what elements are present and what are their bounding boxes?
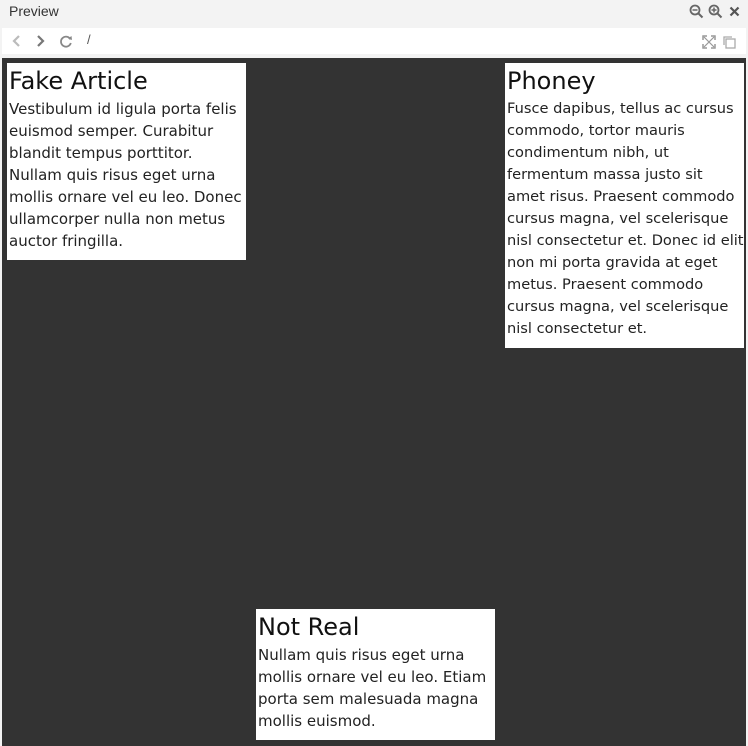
zoom-in-icon[interactable]: [708, 4, 723, 19]
back-arrow-icon[interactable]: [9, 33, 25, 49]
preview-toolbar: /: [2, 28, 746, 54]
url-path[interactable]: /: [87, 32, 91, 47]
article-card: Phoney Fusce dapibus, tellus ac cursus c…: [505, 63, 744, 348]
article-card: Fake Article Vestibulum id ligula porta …: [7, 63, 246, 260]
article-body: Nullam quis risus eget urna mollis ornar…: [258, 646, 487, 730]
preview-panel-header: Preview: [0, 0, 748, 24]
article-title: Fake Article: [9, 67, 148, 95]
article-card: Not Real Nullam quis risus eget urna mol…: [256, 609, 495, 740]
panel-title: Preview: [9, 3, 59, 19]
reload-icon[interactable]: [58, 33, 74, 49]
fullscreen-icon[interactable]: [702, 34, 716, 49]
zoom-out-icon[interactable]: [689, 4, 704, 19]
article-body: Vestibulum id ligula porta felis euismod…: [9, 100, 242, 250]
article-title: Phoney: [507, 67, 596, 95]
preview-viewport: Fake Article Vestibulum id ligula porta …: [2, 58, 746, 746]
forward-arrow-icon[interactable]: [32, 33, 48, 49]
panel-controls: [689, 4, 742, 19]
toolbar-right-controls: [702, 34, 736, 49]
article-body: Fusce dapibus, tellus ac cursus commodo,…: [507, 100, 744, 337]
close-icon[interactable]: [727, 4, 742, 19]
popout-icon[interactable]: [722, 34, 736, 49]
article-title: Not Real: [258, 613, 360, 641]
